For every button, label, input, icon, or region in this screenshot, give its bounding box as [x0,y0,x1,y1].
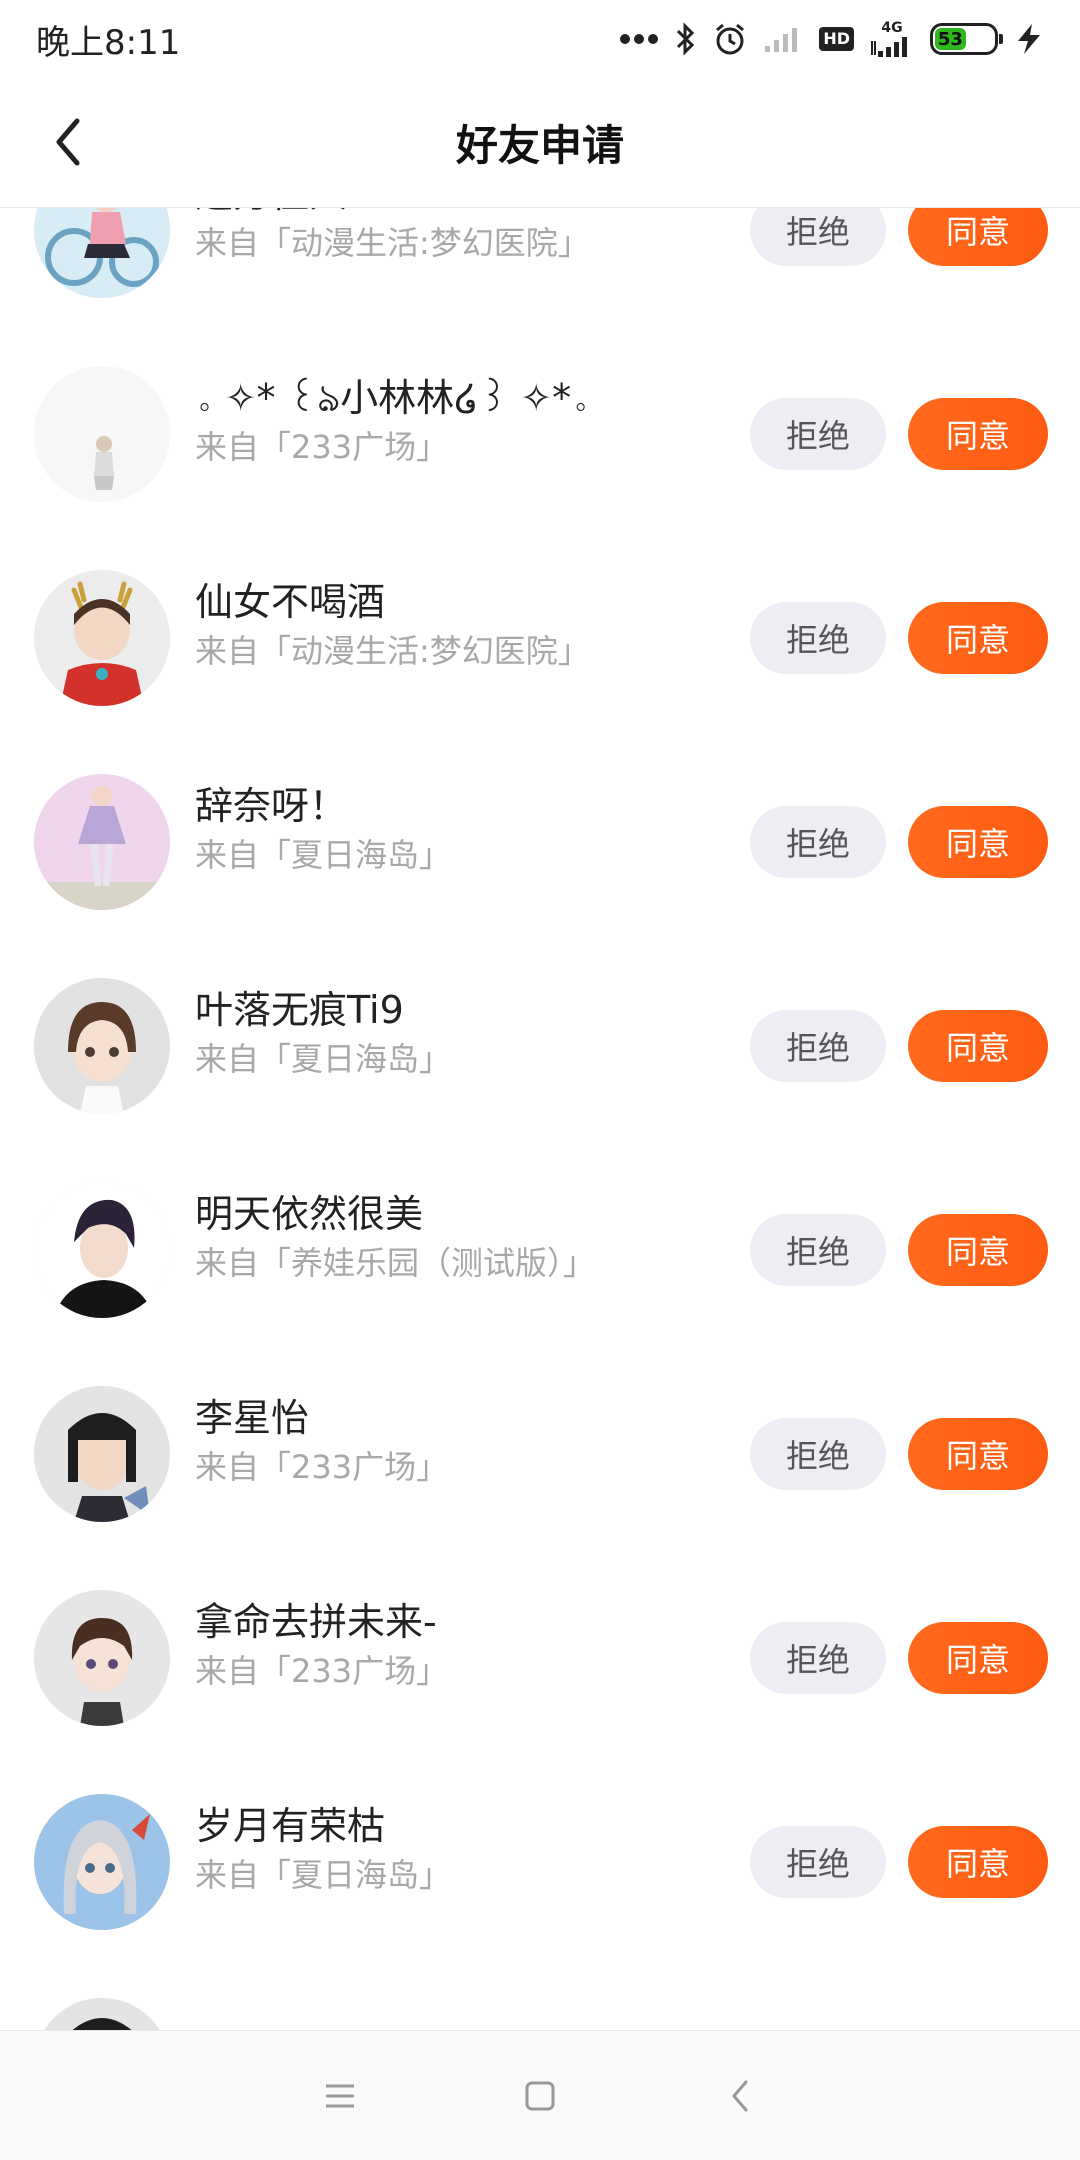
reject-button[interactable]: 拒绝 [750,1826,886,1898]
battery-indicator: 53 [930,23,1003,55]
friend-source: 来自「233广场」 [195,428,449,466]
friend-source: 来自「动漫生活:梦幻医院」 [195,632,590,670]
page-title: 好友申请 [455,121,624,170]
list-item: 。✧* ꒰ঌ小林林໒꒱ ✧*。 来自「233广场」 拒绝 同意 [0,332,1080,536]
friend-name: 叶落无痕Ti9 [195,988,404,1032]
avatar[interactable] [34,1590,170,1726]
header: 好友申请 [0,78,1080,208]
list-item: 拿命去拼未来- 来自「233广场」 拒绝 同意 [0,1556,1080,1760]
list-item [0,1964,1080,2030]
signal-4g-icon: 4G [870,21,914,57]
reject-button[interactable]: 拒绝 [750,1214,886,1286]
avatar-short-hair-girl-icon [34,1590,170,1726]
reject-button[interactable]: 拒绝 [750,398,886,470]
reject-button[interactable]: 拒绝 [750,806,886,878]
friend-name: 辞奈呀！ [195,784,348,828]
alarm-icon [713,22,747,56]
friend-name: 远方佳人 [195,208,715,220]
friend-name: 李星怡 [195,1396,310,1440]
list-item: 明天依然很美 来自「养娃乐园（测试版）」 拒绝 同意 [0,1148,1080,1352]
accept-button[interactable]: 同意 [908,208,1048,266]
signal-weak-icon [763,24,803,54]
friend-name: 岁月有荣枯 [195,1804,386,1848]
hd-badge: HD [819,27,854,51]
friend-source: 来自「233广场」 [195,1652,449,1690]
friend-name: 拿命去拼未来- [195,1600,437,1644]
avatar-bob-girl-icon [34,1386,170,1522]
menu-icon [326,2084,354,2107]
battery-level: 53 [935,28,966,50]
reject-button[interactable]: 拒绝 [750,208,886,266]
avatar[interactable] [34,208,170,298]
reject-button[interactable]: 拒绝 [750,602,886,674]
status-bar: 晚上8:11 HD 4G 53 [0,0,1080,78]
accept-button[interactable]: 同意 [908,398,1048,470]
bluetooth-icon [675,22,697,56]
accept-button[interactable]: 同意 [908,1214,1048,1286]
reject-button[interactable]: 拒绝 [750,1010,886,1082]
reject-button[interactable]: 拒绝 [750,1622,886,1694]
accept-button[interactable]: 同意 [908,1622,1048,1694]
avatar[interactable] [34,1182,170,1318]
list-item: 仙女不喝酒 来自「动漫生活:梦幻医院」 拒绝 同意 [0,536,1080,740]
avatar-brown-hair-girl-icon [34,978,170,1114]
list-item: 叶落无痕Ti9 来自「夏日海岛」 拒绝 同意 [0,944,1080,1148]
friend-source: 来自「233广场」 [195,1448,449,1486]
avatar-small-figure-icon [34,366,170,502]
friend-source: 来自「夏日海岛」 [195,1856,452,1894]
avatar-dark-hair-boy-icon [34,1182,170,1318]
back-chevron-icon [732,2080,748,2111]
back-button[interactable] [40,114,96,170]
home-square-icon [525,2081,555,2110]
menu-button[interactable] [300,2056,380,2136]
accept-button[interactable]: 同意 [908,1418,1048,1490]
avatar[interactable] [34,366,170,502]
status-time: 晚上8:11 [36,22,181,63]
list-item: 辞奈呀！ 来自「夏日海岛」 拒绝 同意 [0,740,1080,944]
avatar[interactable] [34,570,170,706]
accept-button[interactable]: 同意 [908,1826,1048,1898]
friend-name: 明天依然很美 [195,1192,424,1236]
avatar-dress-doll-icon [34,774,170,910]
more-dots-icon [619,33,659,45]
friend-source: 来自「夏日海岛」 [195,836,452,874]
avatar[interactable] [34,1386,170,1522]
request-list[interactable]: 远方佳人 来自「动漫生活:梦幻医院」 拒绝 同意 。✧* ꒰ঌ小林林໒꒱ ✧*。… [0,208,1080,2030]
reject-button[interactable]: 拒绝 [750,1418,886,1490]
charging-icon [1014,22,1044,56]
back-arrow-icon [56,118,80,166]
list-item: 远方佳人 来自「动漫生活:梦幻医院」 拒绝 同意 [0,208,1080,332]
accept-button[interactable]: 同意 [908,1010,1048,1082]
request-list-content: 远方佳人 来自「动漫生活:梦幻医院」 拒绝 同意 。✧* ꒰ঌ小林林໒꒱ ✧*。… [0,208,1080,2030]
friend-name: 。✧* ꒰ঌ小林林໒꒱ ✧*。 [195,376,601,420]
network-label: 4G [881,20,903,36]
list-item: 李星怡 来自「233广场」 拒绝 同意 [0,1352,1080,1556]
list-item: 岁月有荣枯 来自「夏日海岛」 拒绝 同意 [0,1760,1080,1964]
avatar-antler-boy-icon [34,570,170,706]
system-back-button[interactable] [700,2056,780,2136]
avatar-partial-icon [34,1998,170,2030]
friend-source: 来自「动漫生活:梦幻医院」 [195,224,590,262]
avatar-silver-hair-girl-icon [34,1794,170,1930]
accept-button[interactable]: 同意 [908,602,1048,674]
friend-source: 来自「夏日海岛」 [195,1040,452,1078]
accept-button[interactable]: 同意 [908,806,1048,878]
avatar-bike-girl-icon [34,208,170,298]
avatar[interactable] [34,1794,170,1930]
home-button[interactable] [500,2056,580,2136]
system-nav-bar [0,2030,1080,2160]
friend-name: 仙女不喝酒 [195,580,386,624]
status-icons: HD 4G 53 [619,21,1044,57]
avatar[interactable] [34,978,170,1114]
avatar[interactable] [34,774,170,910]
friend-source: 来自「养娃乐园（测试版）」 [195,1244,596,1282]
avatar[interactable] [34,1998,170,2030]
